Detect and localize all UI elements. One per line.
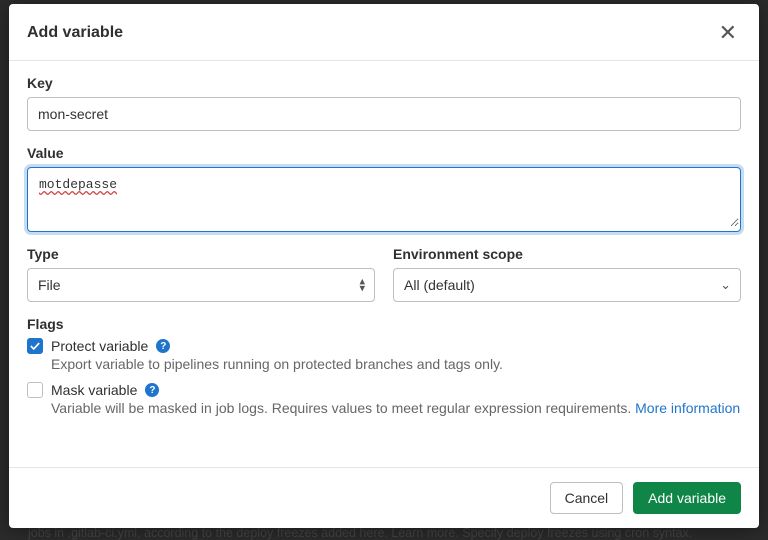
- modal-header: Add variable ✕: [9, 4, 759, 61]
- close-icon: ✕: [719, 20, 737, 45]
- protect-flag: Protect variable ? Export variable to pi…: [27, 338, 741, 372]
- modal-body: Key Value motdepasse Type File ▴▾ Enviro…: [9, 61, 759, 467]
- flags-label: Flags: [27, 316, 741, 332]
- help-icon[interactable]: ?: [145, 383, 159, 397]
- cancel-button[interactable]: Cancel: [550, 482, 624, 514]
- more-info-link[interactable]: More information: [635, 400, 740, 416]
- type-label: Type: [27, 246, 375, 262]
- add-variable-modal: Add variable ✕ Key Value motdepasse Type…: [9, 4, 759, 528]
- help-icon[interactable]: ?: [156, 339, 170, 353]
- modal-title: Add variable: [27, 24, 123, 42]
- key-input[interactable]: [27, 97, 741, 131]
- mask-label: Mask variable: [51, 382, 137, 398]
- modal-footer: Cancel Add variable: [9, 467, 759, 528]
- type-value: File: [38, 277, 61, 293]
- value-textarea[interactable]: motdepasse: [29, 169, 739, 227]
- add-variable-button[interactable]: Add variable: [633, 482, 741, 514]
- value-field: Value motdepasse: [27, 145, 741, 232]
- type-select[interactable]: File: [27, 268, 375, 302]
- protect-label: Protect variable: [51, 338, 148, 354]
- mask-checkbox[interactable]: [27, 382, 43, 398]
- scope-select[interactable]: All (default): [393, 268, 741, 302]
- key-field: Key: [27, 75, 741, 131]
- mask-desc: Variable will be masked in job logs. Req…: [51, 400, 741, 416]
- key-label: Key: [27, 75, 741, 91]
- check-icon: [30, 341, 40, 351]
- value-label: Value: [27, 145, 741, 161]
- mask-flag: Mask variable ? Variable will be masked …: [27, 382, 741, 416]
- type-field: Type File ▴▾: [27, 246, 375, 302]
- close-button[interactable]: ✕: [715, 20, 741, 46]
- scope-label: Environment scope: [393, 246, 741, 262]
- flags-section: Flags Protect variable ? Export variable…: [27, 316, 741, 416]
- protect-checkbox[interactable]: [27, 338, 43, 354]
- scope-value: All (default): [404, 277, 475, 293]
- value-textarea-wrap: motdepasse: [27, 167, 741, 232]
- mask-desc-text: Variable will be masked in job logs. Req…: [51, 400, 635, 416]
- protect-desc: Export variable to pipelines running on …: [51, 356, 741, 372]
- scope-field: Environment scope All (default) ⌄: [393, 246, 741, 302]
